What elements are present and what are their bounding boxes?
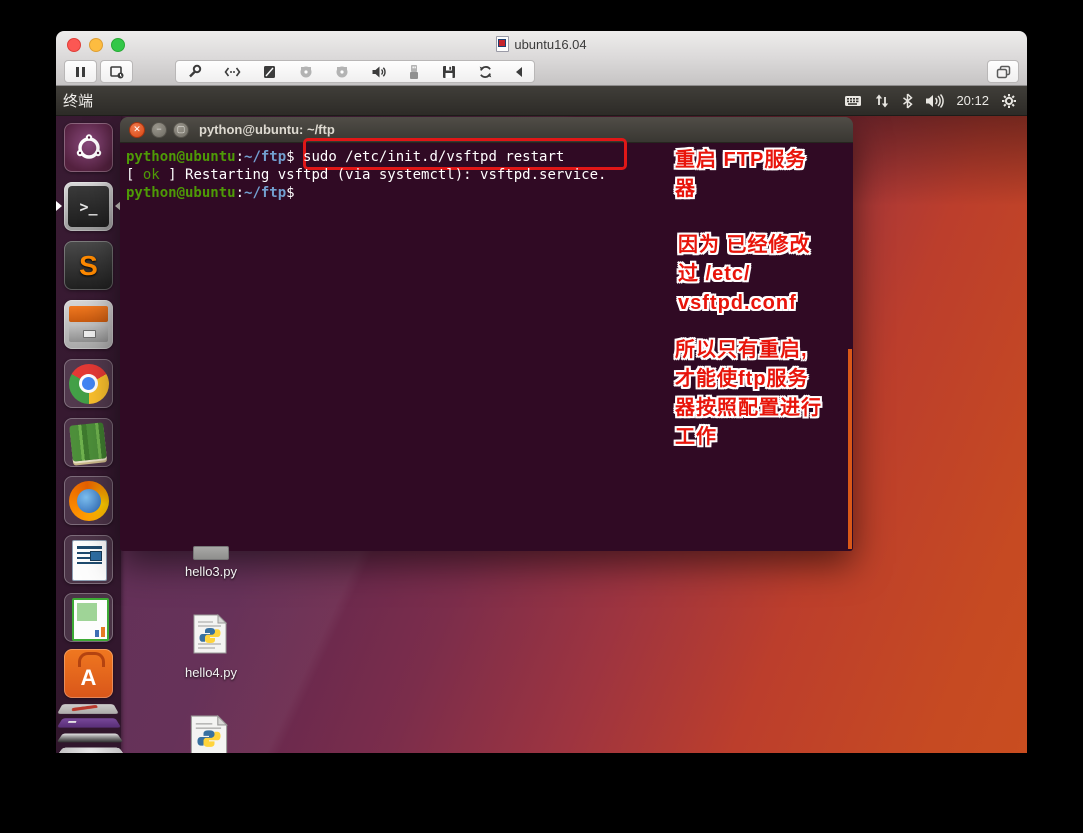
active-app-title: 终端 bbox=[63, 90, 93, 111]
session-gear-icon[interactable] bbox=[1001, 93, 1017, 109]
close-window-button[interactable] bbox=[67, 38, 81, 52]
launcher-item-file-cabinet[interactable] bbox=[64, 300, 113, 349]
terminal-glyph-icon: >_ bbox=[79, 198, 97, 216]
network-updown-icon[interactable] bbox=[874, 93, 890, 109]
display-mode-button[interactable] bbox=[987, 60, 1019, 83]
active-app-arrow-icon bbox=[56, 201, 62, 211]
hard-disk-icon[interactable] bbox=[262, 64, 278, 80]
collapse-toolbar-icon[interactable] bbox=[514, 64, 524, 80]
launcher-item-sublime-text[interactable]: S bbox=[64, 241, 113, 290]
cd-rom2-icon[interactable] bbox=[334, 64, 350, 80]
software-bag-icon: A bbox=[64, 649, 113, 698]
mac-titlebar: ubuntu16.04 bbox=[56, 31, 1027, 57]
snapshot-button[interactable] bbox=[100, 60, 133, 83]
bluetooth-icon[interactable] bbox=[902, 93, 913, 109]
terminal-line-prompt: python@ubuntu:~/ftp$ bbox=[126, 184, 303, 202]
snapshot-icon bbox=[109, 64, 125, 80]
hello3-file-icon[interactable] bbox=[193, 546, 229, 560]
annotation-restart-ftp: 重启 FTP服务 器 bbox=[675, 146, 806, 204]
ubuntu-logo-icon bbox=[74, 133, 104, 163]
launcher-item-libreoffice-calc[interactable] bbox=[64, 593, 113, 642]
terminal-maximize-button[interactable]: ▢ bbox=[173, 122, 189, 138]
purple-app-icon bbox=[57, 718, 121, 727]
terminal-scrollbar[interactable] bbox=[848, 349, 852, 549]
command-text: sudo /etc/init.d/vsftpd restart bbox=[303, 149, 564, 165]
chrome-logo-icon bbox=[69, 364, 109, 404]
cd-rom-icon[interactable] bbox=[298, 64, 314, 80]
screenshot-root: ubuntu16.04 bbox=[0, 0, 1083, 833]
keyboard-icon[interactable] bbox=[844, 94, 862, 108]
floppy-icon[interactable] bbox=[441, 64, 457, 80]
panel-indicators: 20:12 bbox=[844, 86, 1017, 115]
settings-wrench-icon[interactable] bbox=[186, 64, 203, 80]
clock[interactable]: 20:12 bbox=[956, 93, 989, 108]
zoom-window-button[interactable] bbox=[111, 38, 125, 52]
terminal-title: python@ubuntu: ~/ftp bbox=[199, 122, 335, 137]
hello4-file-icon[interactable] bbox=[193, 614, 227, 654]
launcher-item-chrome[interactable] bbox=[64, 359, 113, 408]
hello3-file-label[interactable]: hello3.py bbox=[156, 564, 266, 579]
sublime-s-icon: S bbox=[79, 250, 98, 282]
launcher-item-firefox[interactable] bbox=[64, 476, 113, 525]
terminal-line-output: [ ok ] Restarting vsftpd (via systemctl)… bbox=[126, 166, 606, 184]
usb-icon[interactable] bbox=[407, 64, 421, 80]
trash-icon bbox=[56, 748, 125, 753]
ubuntu-desktop: >_ S bbox=[56, 116, 1027, 753]
launcher-item-ubuntu-dash[interactable] bbox=[64, 123, 113, 172]
annotation-restart-required: 所以只有重启, 才能使ftp服务 器按照配置进行 工作 bbox=[675, 336, 822, 452]
vmware-window: ubuntu16.04 bbox=[56, 31, 1027, 753]
sound-icon[interactable] bbox=[370, 64, 387, 80]
minimize-window-button[interactable] bbox=[89, 38, 103, 52]
books-icon bbox=[69, 422, 107, 461]
vm-screen: 终端 bbox=[56, 86, 1027, 753]
hello4-file-label[interactable]: hello4.py bbox=[156, 665, 266, 680]
folder-drawer-icon bbox=[69, 306, 108, 322]
system-settings-icon bbox=[57, 704, 119, 714]
overlap-windows-icon bbox=[996, 65, 1011, 79]
pause-vm-button[interactable] bbox=[64, 60, 97, 83]
launcher-item-libreoffice-writer[interactable] bbox=[64, 535, 113, 584]
network-adapter-icon[interactable] bbox=[223, 64, 242, 80]
terminal-minimize-button[interactable]: − bbox=[151, 122, 167, 138]
writer-document-icon bbox=[72, 540, 107, 581]
window-title: ubuntu16.04 bbox=[514, 37, 586, 52]
terminal-line-command: python@ubuntu:~/ftp$ sudo /etc/init.d/vs… bbox=[126, 148, 564, 166]
launcher-item-books[interactable] bbox=[64, 418, 113, 467]
workspace-icon bbox=[57, 733, 124, 742]
launcher-item-software-center[interactable]: A bbox=[64, 649, 113, 698]
ubuntu-top-panel: 终端 bbox=[56, 86, 1027, 116]
launcher-item-terminal[interactable]: >_ bbox=[64, 182, 113, 231]
vm-document-icon bbox=[496, 36, 509, 52]
terminal-close-button[interactable]: ✕ bbox=[129, 122, 145, 138]
vmware-toolbar bbox=[56, 57, 1027, 86]
sync-icon[interactable] bbox=[477, 64, 494, 80]
calc-spreadsheet-icon bbox=[72, 598, 109, 641]
volume-icon[interactable] bbox=[925, 93, 944, 109]
window-title-area: ubuntu16.04 bbox=[56, 31, 1027, 57]
annotation-modified-conf: 因为 已经修改 过 /etc/ vsftpd.conf bbox=[678, 231, 811, 318]
traffic-lights bbox=[67, 38, 125, 52]
hello5-file-icon[interactable] bbox=[190, 715, 228, 753]
firefox-logo-icon bbox=[69, 481, 109, 521]
device-toolbar-group bbox=[175, 60, 535, 83]
unity-launcher: >_ S bbox=[56, 116, 121, 753]
launcher-stacked-apps[interactable] bbox=[56, 701, 121, 753]
